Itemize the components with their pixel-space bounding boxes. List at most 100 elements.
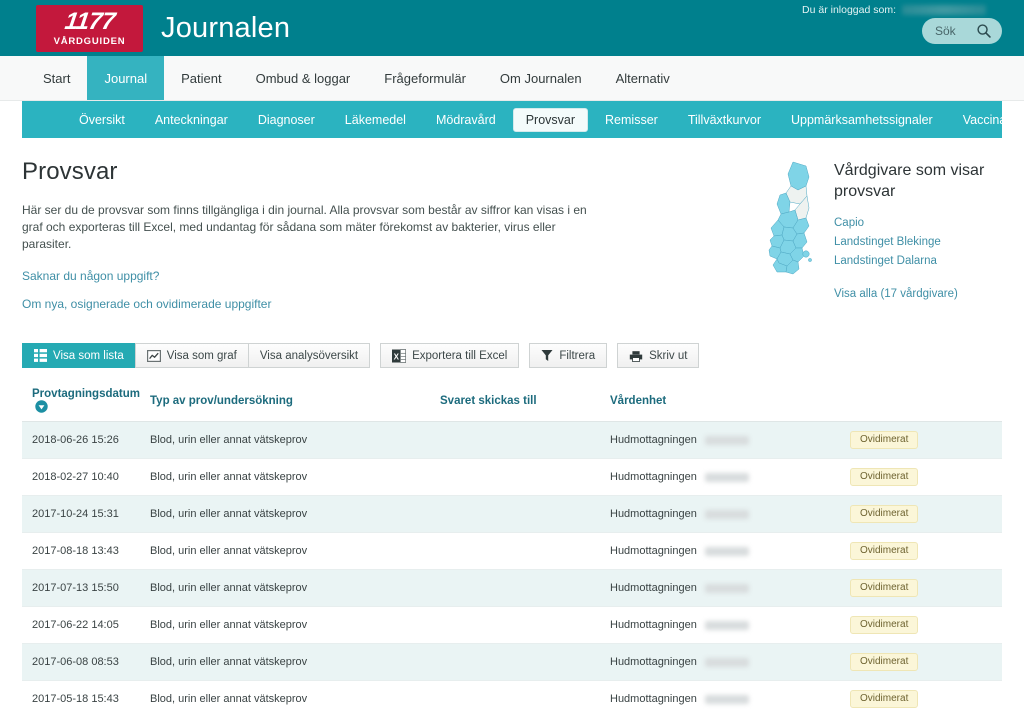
login-status-label: Du är inloggad som: — [802, 4, 896, 16]
cell-care-unit-label: Hudmottagningen — [610, 508, 697, 520]
status-badge: Ovidimerat — [850, 579, 919, 597]
cell-care-unit: Hudmottagningen — [610, 680, 850, 709]
column-header-status — [850, 382, 1002, 422]
login-username-redacted — [902, 5, 986, 15]
cell-care-unit: Hudmottagningen — [610, 421, 850, 459]
subtab-lakemedel[interactable]: Läkemedel — [332, 108, 419, 132]
table-row[interactable]: 2017-08-18 13:43 Blod, urin eller annat … — [22, 532, 1002, 570]
tab-alternativ[interactable]: Alternativ — [599, 56, 687, 100]
provider-link-landstinget-dalarna[interactable]: Landstinget Dalarna — [834, 252, 1002, 271]
subtab-vaccinationer[interactable]: Vaccinationer — [950, 108, 1024, 132]
column-header-sample-date[interactable]: Provtagningsdatum — [22, 382, 150, 422]
view-as-list-button[interactable]: Visa som lista — [22, 343, 135, 368]
view-as-list-label: Visa som lista — [53, 349, 124, 362]
page-title: Provsvar — [22, 158, 118, 185]
cell-sent-to — [440, 532, 610, 570]
view-analysis-overview-button[interactable]: Visa analysöversikt — [247, 343, 371, 368]
export-to-excel-button[interactable]: X Exportera till Excel — [380, 343, 520, 368]
login-status: Du är inloggad som: — [802, 4, 986, 16]
sort-descending-icon[interactable] — [35, 400, 48, 413]
print-button-group: Skriv ut — [617, 343, 700, 368]
view-analysis-overview-label: Visa analysöversikt — [259, 349, 359, 362]
subtab-oversikt[interactable]: Översikt — [66, 108, 138, 132]
cell-status: Ovidimerat — [850, 421, 1002, 459]
providers-text-block: Vårdgivare som visar provsvar Capio Land… — [834, 160, 1002, 325]
table-header: Provtagningsdatum Typ av prov/undersökni… — [22, 382, 1002, 422]
subtab-modravard[interactable]: Mödravård — [423, 108, 509, 132]
cell-care-unit-redacted — [704, 472, 749, 482]
tab-patient[interactable]: Patient — [164, 56, 238, 100]
content-column: Provsvar Här ser du de provsvar som finn… — [22, 138, 762, 325]
table-row[interactable]: 2017-05-18 15:43 Blod, urin eller annat … — [22, 680, 1002, 709]
table-row[interactable]: 2017-07-13 15:50 Blod, urin eller annat … — [22, 569, 1002, 607]
cell-care-unit: Hudmottagningen — [610, 606, 850, 644]
cell-sample-type: Blod, urin eller annat vätskeprov — [150, 421, 440, 459]
cell-status: Ovidimerat — [850, 606, 1002, 644]
cell-sample-type: Blod, urin eller annat vätskeprov — [150, 569, 440, 607]
subtab-tillvaxtkurvor[interactable]: Tillväxtkurvor — [675, 108, 774, 132]
subtab-diagnoser[interactable]: Diagnoser — [245, 108, 328, 132]
cell-sample-type: Blod, urin eller annat vätskeprov — [150, 606, 440, 644]
cell-sample-date: 2018-02-27 10:40 — [22, 458, 150, 496]
secondary-navigation: Översikt Anteckningar Diagnoser Läkemede… — [22, 101, 1024, 138]
providers-show-all-link[interactable]: Visa alla (17 vårdgivare) — [834, 285, 1002, 304]
link-om-nya-uppgifter[interactable]: Om nya, osignerade och ovidimerade uppgi… — [22, 297, 742, 311]
cell-sample-date: 2017-06-22 14:05 — [22, 606, 150, 644]
provider-link-landstinget-blekinge[interactable]: Landstinget Blekinge — [834, 233, 1002, 252]
cell-care-unit: Hudmottagningen — [610, 495, 850, 533]
provider-link-capio[interactable]: Capio — [834, 214, 1002, 233]
brand-title: Journalen — [161, 11, 291, 44]
cell-care-unit-label: Hudmottagningen — [610, 693, 697, 705]
tab-om-journalen[interactable]: Om Journalen — [483, 56, 599, 100]
column-header-sample-type[interactable]: Typ av prov/undersökning — [150, 382, 440, 422]
table-header-row: Provtagningsdatum Typ av prov/undersökni… — [22, 382, 1002, 422]
tab-start[interactable]: Start — [26, 56, 87, 100]
tab-ombud-loggar[interactable]: Ombud & loggar — [239, 56, 368, 100]
subtab-uppmarksamhetssignaler[interactable]: Uppmärksamhetssignaler — [778, 108, 946, 132]
cell-care-unit: Hudmottagningen — [610, 643, 850, 681]
cell-care-unit-redacted — [704, 546, 749, 556]
filter-button[interactable]: Filtrera — [529, 343, 608, 368]
cell-sent-to — [440, 569, 610, 607]
cell-care-unit-redacted — [704, 435, 749, 445]
cell-care-unit-redacted — [704, 509, 749, 519]
table-row[interactable]: 2017-10-24 15:31 Blod, urin eller annat … — [22, 495, 1002, 533]
page-intro-text: Här ser du de provsvar som finns tillgän… — [22, 203, 587, 251]
tab-frageformular[interactable]: Frågeformulär — [367, 56, 483, 100]
logo-1177-vardguiden[interactable]: 1177 VÅRDGUIDEN — [36, 4, 143, 52]
cell-care-unit-redacted — [704, 620, 749, 630]
search-input[interactable] — [922, 18, 1002, 44]
table-body: 2018-06-26 15:26 Blod, urin eller annat … — [22, 421, 1002, 709]
status-badge: Ovidimerat — [850, 542, 919, 560]
table-row[interactable]: 2017-06-08 08:53 Blod, urin eller annat … — [22, 643, 1002, 681]
cell-sample-type: Blod, urin eller annat vätskeprov — [150, 680, 440, 709]
view-mode-button-group: Visa som lista Visa som graf Visa analys… — [22, 343, 371, 368]
subtab-remisser[interactable]: Remisser — [592, 108, 671, 132]
table-row[interactable]: 2018-02-27 10:40 Blod, urin eller annat … — [22, 458, 1002, 496]
subtab-anteckningar[interactable]: Anteckningar — [142, 108, 241, 132]
column-header-care-unit[interactable]: Vårdenhet — [610, 382, 850, 422]
cell-care-unit-label: Hudmottagningen — [610, 656, 697, 668]
view-as-graph-button[interactable]: Visa som graf — [134, 343, 248, 368]
tab-journal[interactable]: Journal — [87, 56, 165, 100]
table-row[interactable]: 2017-06-22 14:05 Blod, urin eller annat … — [22, 606, 1002, 644]
cell-sample-date: 2017-07-13 15:50 — [22, 569, 150, 607]
cell-sample-type: Blod, urin eller annat vätskeprov — [150, 458, 440, 496]
cell-sample-type: Blod, urin eller annat vätskeprov — [150, 495, 440, 533]
cell-care-unit-redacted — [704, 694, 749, 704]
site-header: 1177 VÅRDGUIDEN Journalen Du är inloggad… — [0, 0, 1024, 56]
cell-sent-to — [440, 606, 610, 644]
link-saknar-uppgift[interactable]: Saknar du någon uppgift? — [22, 269, 742, 283]
svg-text:X: X — [394, 352, 400, 361]
cell-care-unit: Hudmottagningen — [610, 569, 850, 607]
primary-navigation: Start Journal Patient Ombud & loggar Frå… — [0, 56, 1024, 101]
column-header-sent-to[interactable]: Svaret skickas till — [440, 382, 610, 422]
subtab-provsvar[interactable]: Provsvar — [512, 107, 589, 132]
cell-status: Ovidimerat — [850, 569, 1002, 607]
view-as-graph-label: Visa som graf — [166, 349, 237, 362]
print-button[interactable]: Skriv ut — [617, 343, 700, 368]
cell-status: Ovidimerat — [850, 495, 1002, 533]
cell-sent-to — [440, 421, 610, 459]
table-row[interactable]: 2018-06-26 15:26 Blod, urin eller annat … — [22, 421, 1002, 459]
cell-sample-date: 2017-06-08 08:53 — [22, 643, 150, 681]
